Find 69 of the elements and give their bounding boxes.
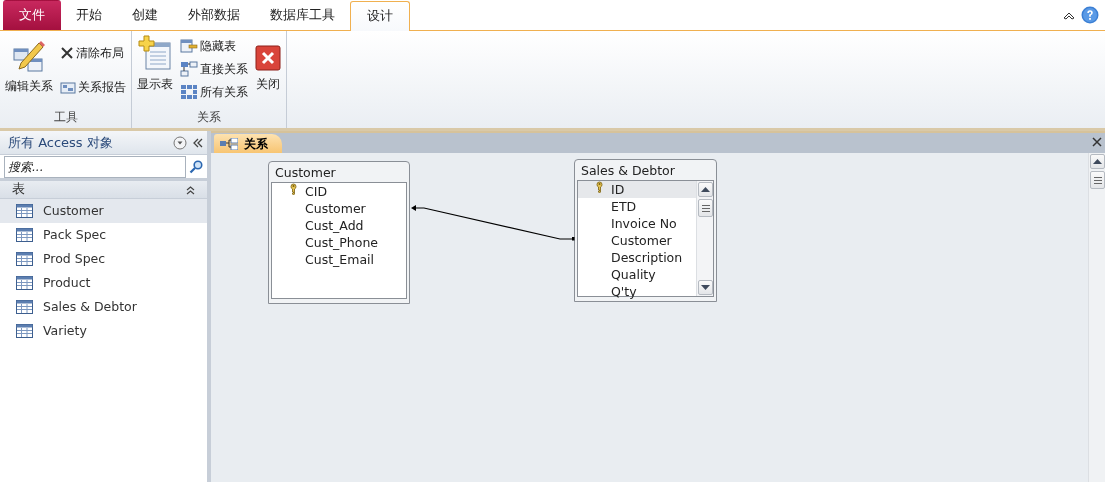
ribbon-tab[interactable]: 创建 xyxy=(117,0,173,30)
ribbon-tab[interactable]: 设计 xyxy=(350,1,410,31)
close-icon xyxy=(1092,137,1102,147)
field-item[interactable]: ETD xyxy=(578,198,696,215)
direct-relationships-icon xyxy=(180,61,198,77)
ribbon-button[interactable]: 关系报告 xyxy=(58,77,128,97)
table-window[interactable]: Sales & Debtor ID ETD Invoice No Customer Description Quality Q'ty xyxy=(574,159,717,302)
double-chevron-left-icon xyxy=(193,137,203,148)
table-title: Sales & Debtor xyxy=(580,162,676,180)
search-icon xyxy=(189,159,203,174)
edit-relationships-icon xyxy=(13,39,45,73)
field-item[interactable]: CID xyxy=(272,183,406,200)
help-icon xyxy=(1081,6,1099,24)
close-button[interactable] xyxy=(1092,137,1102,147)
group-label: 工具 xyxy=(52,109,79,126)
close-x-icon xyxy=(60,46,74,60)
ribbon-button[interactable]: 编辑关系 xyxy=(3,35,55,97)
close-icon xyxy=(255,45,281,71)
scrollbar[interactable] xyxy=(1088,153,1105,482)
field-item[interactable]: Customer xyxy=(272,200,406,217)
field-item[interactable]: Q'ty xyxy=(578,283,696,300)
table-icon xyxy=(16,252,33,266)
section-label: 表 xyxy=(12,180,25,199)
field-item[interactable]: Cust_Email xyxy=(272,251,406,268)
ribbon-tab[interactable]: 开始 xyxy=(61,0,117,30)
ribbon-button[interactable]: 所有关系 xyxy=(178,82,250,102)
scroll-thumb-icon xyxy=(1093,176,1102,184)
all-relationships-icon xyxy=(180,84,198,100)
relationship-line[interactable] xyxy=(411,205,575,241)
ribbon-button[interactable]: 直接关系 xyxy=(178,59,250,79)
table-title: Customer xyxy=(274,164,337,182)
minimize-ribbon-icon xyxy=(1063,10,1075,20)
table-window[interactable]: Customer CID Customer Cust_Add Cust_Phone Cust_Email xyxy=(268,161,410,304)
table-icon xyxy=(16,324,33,338)
pane-menu-button[interactable] xyxy=(173,135,187,150)
report-icon xyxy=(60,80,76,94)
scroll-up-icon xyxy=(1093,159,1102,164)
pane-title: 所有 Access 对象 xyxy=(8,133,113,152)
ribbon-tab[interactable]: 外部数据 xyxy=(173,0,255,30)
ribbon-button[interactable]: 显示表 xyxy=(135,33,175,102)
scroll-thumb-icon xyxy=(701,204,710,212)
table-icon xyxy=(16,276,33,290)
table-icon xyxy=(16,204,33,218)
ribbon-tab[interactable]: 数据库工具 xyxy=(255,0,350,30)
hide-table-icon xyxy=(180,39,198,53)
table-icon xyxy=(16,300,33,314)
show-table-icon xyxy=(138,35,172,71)
field-item[interactable]: Quality xyxy=(578,266,696,283)
scrollbar[interactable] xyxy=(696,181,713,296)
field-item[interactable]: ID xyxy=(578,181,696,198)
table-item[interactable]: Customer xyxy=(0,199,207,223)
document-tab[interactable]: 关系 xyxy=(214,134,282,154)
table-icon xyxy=(16,228,33,242)
field-item[interactable]: Description xyxy=(578,249,696,266)
group-label: 关系 xyxy=(196,109,222,126)
ribbon-button[interactable]: 隐藏表 xyxy=(178,36,250,56)
dropdown-icon xyxy=(173,135,187,150)
ribbon-button[interactable]: 清除布局 xyxy=(58,43,128,63)
relationships-icon xyxy=(220,138,238,150)
collapse-pane-button[interactable] xyxy=(193,137,203,148)
field-item[interactable]: Invoice No xyxy=(578,215,696,232)
field-item[interactable]: Cust_Add xyxy=(272,217,406,234)
file-tab[interactable]: 文件 xyxy=(3,0,61,30)
ribbon-button[interactable]: 关闭 xyxy=(253,33,283,102)
scroll-down-icon xyxy=(701,285,710,290)
field-item[interactable]: Customer xyxy=(578,232,696,249)
search-field[interactable]: 搜索... xyxy=(4,155,187,178)
scroll-up-icon xyxy=(701,187,710,192)
field-item[interactable]: Cust_Phone xyxy=(272,234,406,251)
